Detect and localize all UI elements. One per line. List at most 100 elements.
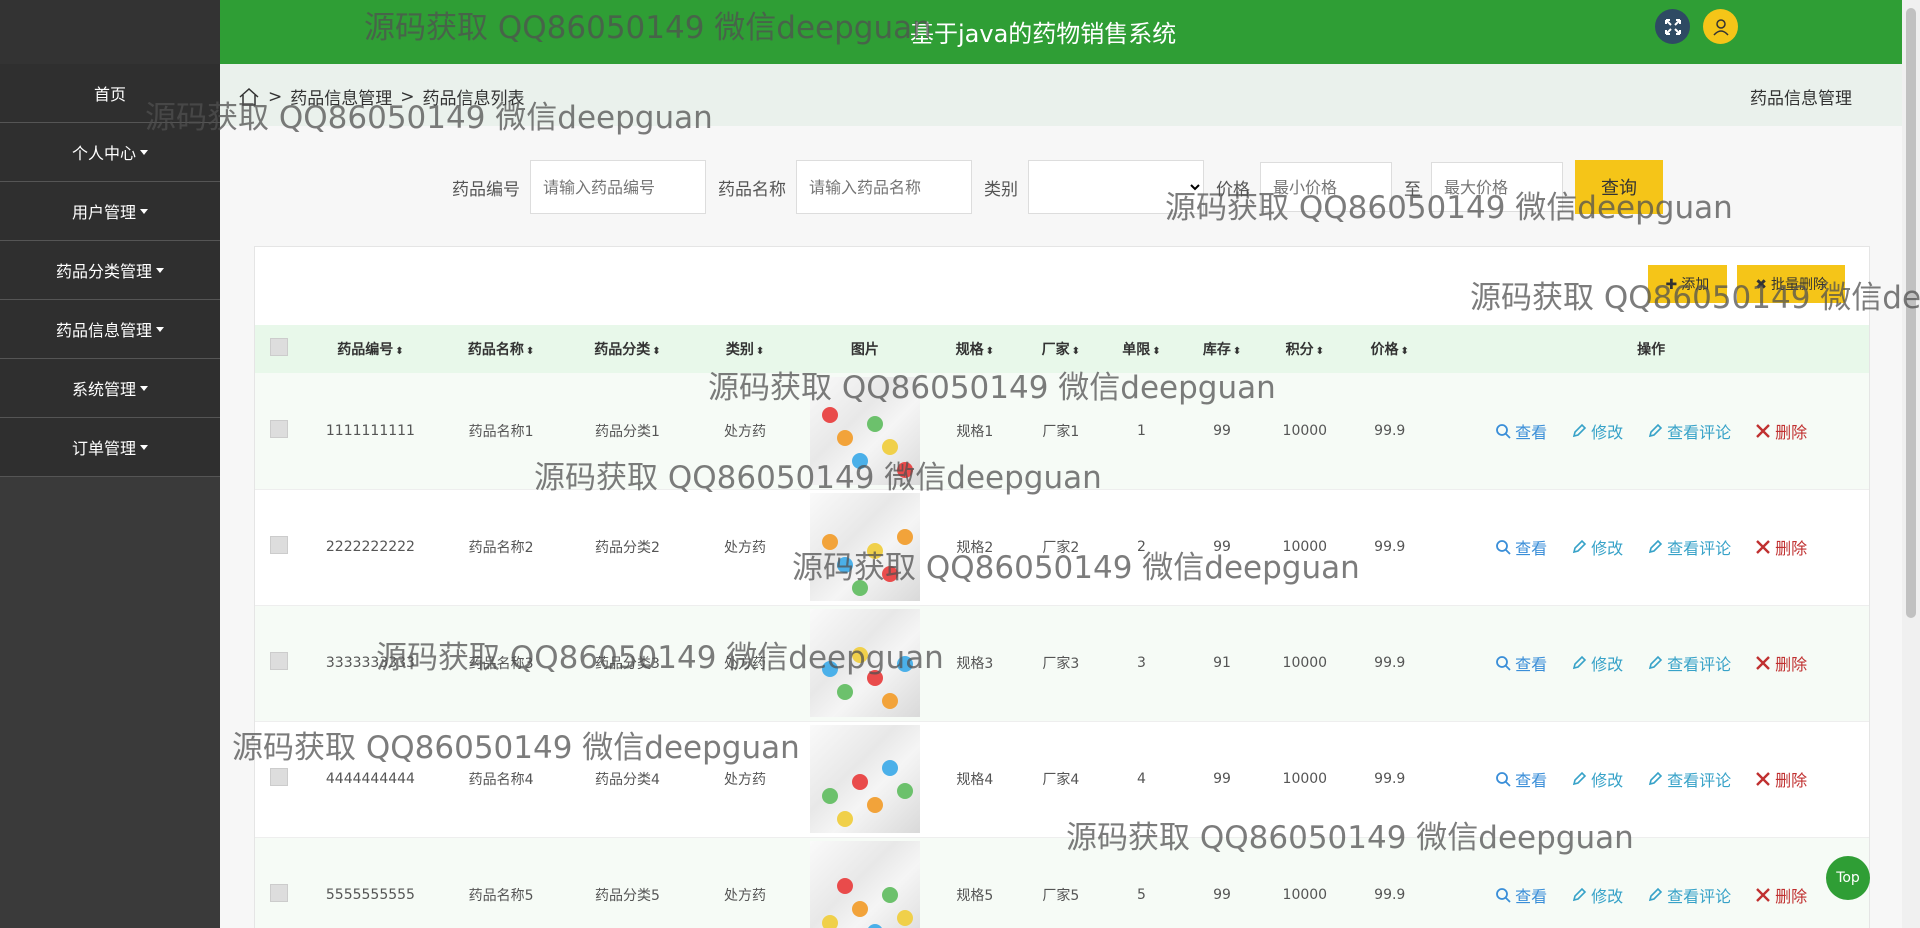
- sidebar-item-4[interactable]: 药品信息管理: [0, 300, 220, 359]
- column-header-6[interactable]: 厂家 ⬍: [1019, 325, 1102, 373]
- breadcrumb-level1[interactable]: 药品信息管理: [290, 84, 392, 109]
- edit-button[interactable]: 修改: [1571, 767, 1623, 791]
- sort-icon[interactable]: ⬍: [1316, 346, 1324, 357]
- view-button[interactable]: 查看: [1495, 767, 1547, 791]
- home-icon[interactable]: [238, 87, 260, 107]
- sidebar-item-label: 订单管理: [71, 439, 136, 458]
- drug-image[interactable]: [809, 609, 920, 717]
- edit-button[interactable]: 修改: [1571, 535, 1623, 559]
- scrollbar[interactable]: [1902, 0, 1920, 928]
- row-checkbox[interactable]: [269, 652, 288, 670]
- drug-image[interactable]: [809, 725, 920, 833]
- table-row: 2222222222 药品名称2 药品分类2 处方药 规格2 厂家2 2 99 10000 99.…: [255, 489, 1869, 605]
- delete-button[interactable]: 删除: [1755, 535, 1807, 559]
- sort-icon[interactable]: ⬍: [1233, 346, 1241, 357]
- sidebar-item-0[interactable]: 首页: [0, 64, 220, 123]
- column-header-3[interactable]: 类别 ⬍: [691, 325, 800, 373]
- sort-icon[interactable]: ⬍: [756, 346, 764, 357]
- scrollbar-thumb[interactable]: [1906, 8, 1916, 618]
- sort-icon[interactable]: ⬍: [986, 346, 994, 357]
- back-to-top-button[interactable]: Top: [1826, 856, 1870, 900]
- row-checkbox[interactable]: [269, 884, 288, 902]
- pill-shape: [866, 670, 883, 686]
- column-header-1[interactable]: 药品名称 ⬍: [438, 325, 564, 373]
- delete-button[interactable]: 删除: [1755, 767, 1807, 791]
- batch-delete-button[interactable]: ✖ 批量删除: [1737, 265, 1845, 303]
- view-button[interactable]: 查看: [1495, 419, 1547, 443]
- cell-image: [800, 721, 931, 837]
- delete-button[interactable]: 删除: [1755, 651, 1807, 675]
- row-checkbox[interactable]: [269, 768, 288, 786]
- view-comments-button[interactable]: 查看评论: [1647, 883, 1731, 907]
- search-icon: [1496, 772, 1511, 787]
- row-select-cell: [255, 489, 303, 605]
- fullscreen-button[interactable]: [1655, 9, 1690, 44]
- cell-type: 处方药: [724, 540, 767, 556]
- sort-icon[interactable]: ⬍: [526, 346, 534, 357]
- pill-shape: [851, 580, 868, 596]
- sidebar-item-6[interactable]: 订单管理: [0, 418, 220, 477]
- pill-shape: [821, 788, 838, 804]
- drug-image[interactable]: [809, 493, 920, 601]
- view-label: 查看: [1515, 422, 1548, 442]
- sidebar-logo-area: [0, 0, 220, 64]
- row-checkbox[interactable]: [269, 419, 288, 438]
- add-button[interactable]: ✚ 添加: [1647, 265, 1728, 303]
- drug-image[interactable]: [809, 376, 920, 485]
- view-button[interactable]: 查看: [1495, 651, 1547, 675]
- sort-icon[interactable]: ⬍: [1072, 346, 1080, 357]
- min-price-input[interactable]: [1260, 162, 1392, 212]
- column-header-9[interactable]: 积分 ⬍: [1263, 325, 1346, 373]
- pill-shape: [836, 429, 853, 446]
- view-button[interactable]: 查看: [1495, 535, 1547, 559]
- pencil-icon: [1573, 771, 1587, 786]
- view-comments-button[interactable]: 查看评论: [1647, 767, 1731, 791]
- name-input[interactable]: [796, 160, 972, 214]
- cell-cat: 药品分类3: [594, 656, 660, 672]
- cell-image: [800, 489, 931, 605]
- sidebar-item-3[interactable]: 药品分类管理: [0, 241, 220, 300]
- column-header-5[interactable]: 规格 ⬍: [930, 325, 1019, 373]
- cell-limit: 1: [1136, 422, 1146, 439]
- view-button[interactable]: 查看: [1495, 883, 1547, 907]
- cell-actions: 查看 修改 查看评论 删除: [1433, 489, 1869, 605]
- close-icon: [1756, 540, 1771, 554]
- sort-icon[interactable]: ⬍: [395, 346, 403, 357]
- view-comments-button[interactable]: 查看评论: [1647, 651, 1731, 675]
- query-button[interactable]: 查询: [1575, 160, 1663, 214]
- edit-button[interactable]: 修改: [1571, 651, 1623, 675]
- pill-shape: [821, 661, 838, 677]
- search-icon: [1496, 888, 1511, 903]
- sort-icon[interactable]: ⬍: [1401, 346, 1409, 357]
- cell-spec: 规格1: [956, 423, 994, 440]
- sort-icon[interactable]: ⬍: [1152, 346, 1160, 357]
- edit-button[interactable]: 修改: [1571, 883, 1623, 907]
- row-checkbox[interactable]: [269, 536, 288, 554]
- caret-down-icon: [140, 385, 148, 391]
- select-all-checkbox[interactable]: [269, 338, 288, 356]
- pencil-icon: [1649, 655, 1663, 670]
- cell-spec: 规格2: [956, 540, 994, 556]
- column-header-7[interactable]: 单限 ⬍: [1102, 325, 1180, 373]
- view-comments-button[interactable]: 查看评论: [1647, 535, 1731, 559]
- sidebar-item-5[interactable]: 系统管理: [0, 359, 220, 418]
- edit-button[interactable]: 修改: [1571, 419, 1623, 443]
- sort-icon[interactable]: ⬍: [652, 346, 660, 357]
- column-header-8[interactable]: 库存 ⬍: [1181, 325, 1264, 373]
- sidebar-item-2[interactable]: 用户管理: [0, 182, 220, 241]
- delete-button[interactable]: 删除: [1755, 419, 1807, 443]
- max-price-input[interactable]: [1431, 162, 1563, 212]
- column-header-10[interactable]: 价格 ⬍: [1346, 325, 1433, 373]
- column-header-0[interactable]: 药品编号 ⬍: [303, 325, 438, 373]
- column-header-2[interactable]: 药品分类 ⬍: [564, 325, 690, 373]
- view-comments-button[interactable]: 查看评论: [1647, 419, 1731, 443]
- code-input[interactable]: [530, 160, 706, 214]
- drug-image[interactable]: [809, 841, 920, 928]
- sidebar-item-label: 首页: [93, 85, 126, 104]
- close-icon: [1756, 656, 1771, 670]
- type-select[interactable]: [1028, 160, 1204, 214]
- search-form: 药品编号 药品名称 类别 价格 至 查询: [452, 160, 1663, 214]
- sidebar-item-1[interactable]: 个人中心: [0, 123, 220, 182]
- user-button[interactable]: [1703, 9, 1738, 44]
- delete-button[interactable]: 删除: [1755, 883, 1807, 907]
